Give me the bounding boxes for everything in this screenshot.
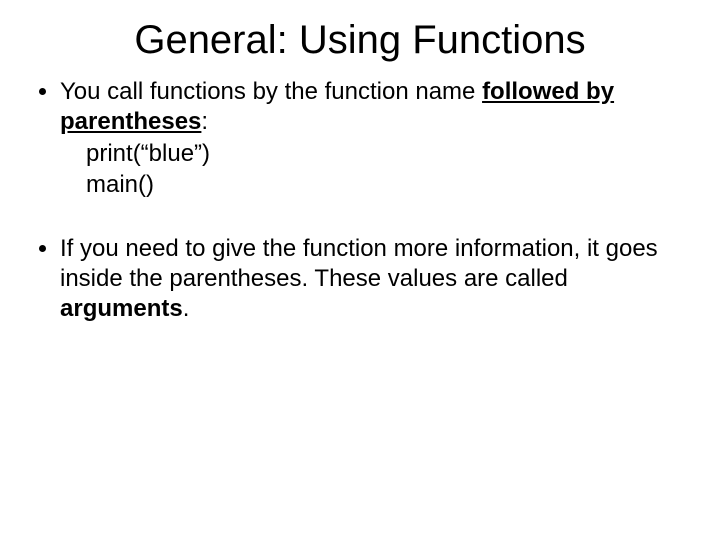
code-line-2: main() — [86, 170, 684, 201]
bullet-item-1: You call functions by the function name … — [60, 77, 684, 200]
bullet1-text-a: You call functions by the function name — [60, 78, 482, 105]
slide-title: General: Using Functions — [36, 18, 684, 63]
bullet1-text-b: : — [201, 108, 208, 135]
bullet-list: You call functions by the function name … — [36, 77, 684, 324]
code-line-1: print(“blue”) — [86, 139, 684, 170]
bullet2-text-a: If you need to give the function more in… — [60, 235, 658, 292]
bullet-item-2: If you need to give the function more in… — [60, 234, 684, 324]
bullet2-bold: arguments — [60, 295, 183, 322]
code-block: print(“blue”) main() — [86, 139, 684, 200]
slide: General: Using Functions You call functi… — [0, 0, 720, 540]
bullet2-text-b: . — [183, 295, 190, 322]
